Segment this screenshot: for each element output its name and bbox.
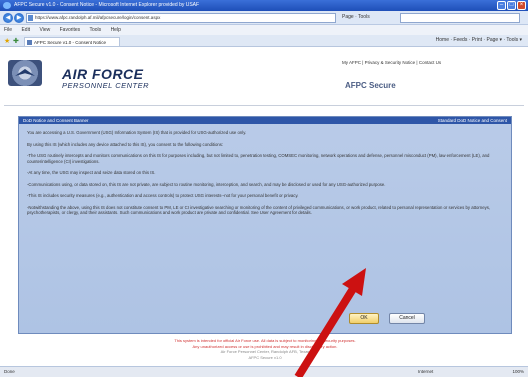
add-favorite-icon[interactable]: ✚ <box>13 37 19 45</box>
page-footer: This system is intended for official Air… <box>100 338 430 360</box>
org-subtitle: PERSONNEL CENTER <box>62 81 150 90</box>
address-input[interactable]: https://www.afpc.randolph.af.mil/afpcsec… <box>26 13 336 23</box>
dialog-title: DoD Notice and Consent Banner <box>23 118 89 123</box>
favorites-star-icon[interactable]: ★ <box>4 37 10 45</box>
window-title: AFPC Secure v1.0 - Consent Notice - Micr… <box>14 2 200 8</box>
back-button[interactable]: ◀ <box>3 13 13 23</box>
tab-bar: ★ ✚ AFPC Secure v1.0 - Consent Notice Ho… <box>0 35 528 47</box>
close-button[interactable]: × <box>517 1 526 10</box>
consent-paragraph: -This IS includes security measures (e.g… <box>27 193 299 198</box>
minimize-button[interactable]: – <box>497 1 506 10</box>
menu-favorites[interactable]: Favorites <box>60 27 81 33</box>
consent-paragraph: You are accessing a U.S. Government (USG… <box>27 130 247 135</box>
dialog-body: You are accessing a U.S. Government (USG… <box>27 130 505 222</box>
zoom-level[interactable]: 100% <box>512 367 524 377</box>
menu-edit[interactable]: Edit <box>21 27 30 33</box>
address-toolbar: ◀ ▶ https://www.afpc.randolph.af.mil/afp… <box>0 11 528 25</box>
consent-dialog: DoD Notice and Consent Banner Standard D… <box>18 116 512 334</box>
status-text: Done <box>4 369 15 374</box>
footer-line: AFPC Secure v1.0 <box>248 354 282 360</box>
command-bar[interactable]: Home · Feeds · Print · Page ▾ · Tools ▾ <box>436 37 522 43</box>
address-tools[interactable]: Page · Tools <box>342 14 370 20</box>
afpc-logo <box>8 60 42 86</box>
menu-bar: File Edit View Favorites Tools Help <box>0 25 528 35</box>
tab-favicon-icon <box>27 40 32 45</box>
page-icon <box>28 15 33 21</box>
window-titlebar: AFPC Secure v1.0 - Consent Notice - Micr… <box>0 0 528 11</box>
tab-active[interactable]: AFPC Secure v1.0 - Consent Notice <box>24 37 120 46</box>
menu-tools[interactable]: Tools <box>89 27 101 33</box>
menu-file[interactable]: File <box>4 27 12 33</box>
org-title: AIR FORCE <box>62 66 144 82</box>
ie-logo-icon <box>3 2 11 9</box>
forward-button[interactable]: ▶ <box>14 13 24 23</box>
consent-paragraph: -At any time, the USG may inspect and se… <box>27 170 156 175</box>
air-force-wing-icon <box>15 69 35 76</box>
header-links[interactable]: My AFPC | Privacy & Security Notice | Co… <box>342 60 441 65</box>
address-url: https://www.afpc.randolph.af.mil/afpcsec… <box>35 15 161 20</box>
cancel-button[interactable]: Cancel <box>389 313 425 324</box>
tab-label: AFPC Secure v1.0 - Consent Notice <box>34 40 107 45</box>
page-content: AIR FORCE PERSONNEL CENTER My AFPC | Pri… <box>0 48 528 366</box>
consent-paragraph: -Notwithstanding the above, using this I… <box>27 204 491 216</box>
maximize-button[interactable]: □ <box>507 1 516 10</box>
security-zone: Internet <box>418 369 434 374</box>
status-bar: Done Internet 100% <box>0 366 528 377</box>
menu-view[interactable]: View <box>39 27 50 33</box>
secure-title: AFPC Secure <box>345 81 396 90</box>
consent-paragraph: -The USG routinely intercepts and monito… <box>27 153 490 164</box>
dialog-title-right: Standard DoD Notice and Consent <box>437 118 507 123</box>
dialog-header: DoD Notice and Consent Banner Standard D… <box>19 117 511 124</box>
consent-paragraph: -Communications using, or data stored on… <box>27 181 386 187</box>
search-input[interactable] <box>400 13 520 23</box>
menu-help[interactable]: Help <box>111 27 121 33</box>
window-controls: – □ × <box>497 1 526 10</box>
header-divider <box>4 105 524 106</box>
consent-paragraph: By using this IS (which includes any dev… <box>27 141 224 147</box>
ok-button[interactable]: OK <box>349 313 379 324</box>
